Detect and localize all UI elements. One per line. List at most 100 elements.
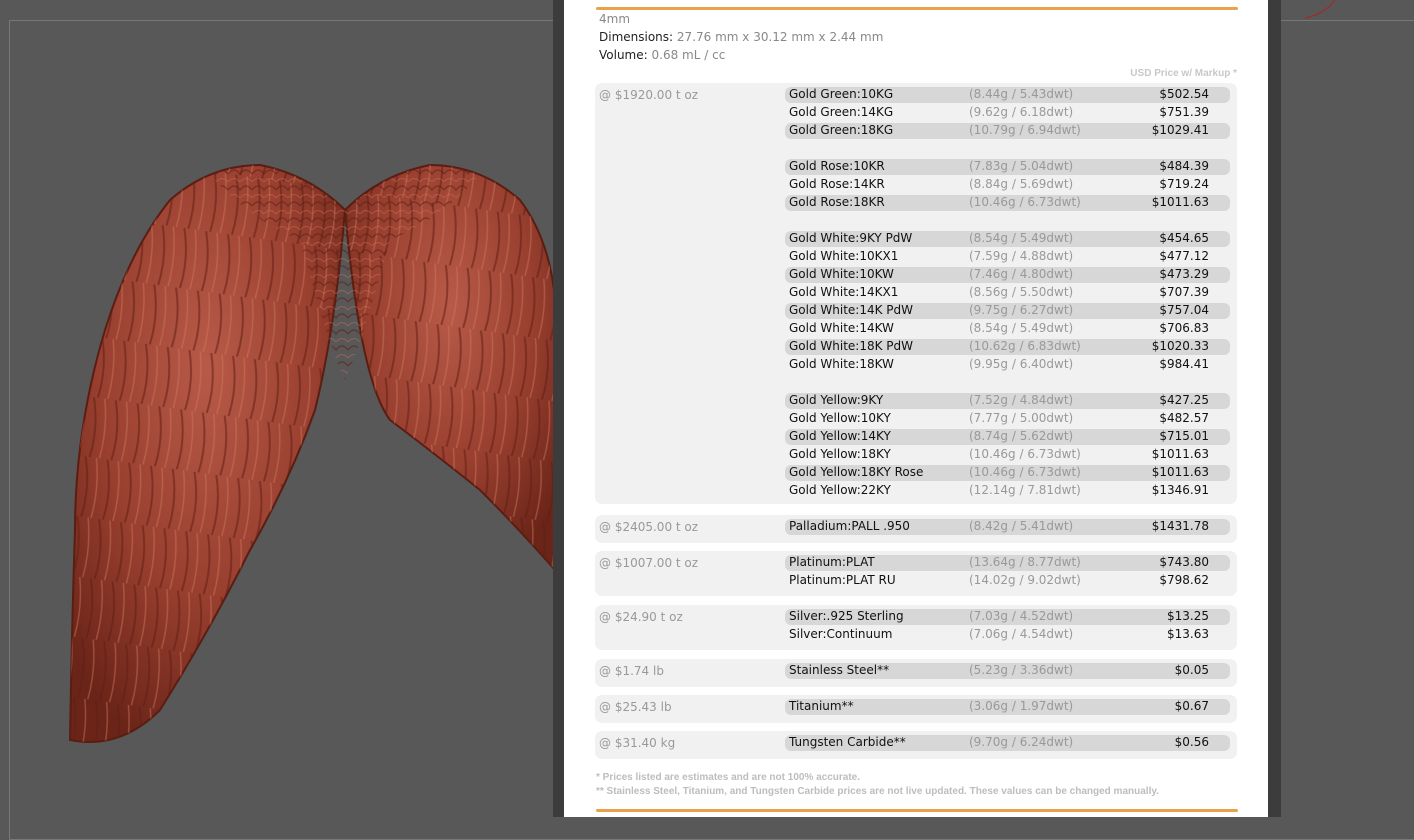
volume-label: Volume: bbox=[599, 48, 648, 62]
price-column-header: USD Price w/ Markup * bbox=[1130, 68, 1237, 79]
metal-price: $743.80 bbox=[1159, 555, 1209, 569]
metal-name: Gold White:18KW bbox=[789, 357, 894, 371]
dimensions-value: 27.76 mm x 30.12 mm x 2.44 mm bbox=[676, 30, 884, 44]
price-row[interactable]: Gold White:10KX1 (7.59g / 4.88dwt) $477.12 bbox=[785, 249, 1230, 265]
price-row[interactable]: Gold Yellow:10KY (7.77g / 5.00dwt) $482.57 bbox=[785, 411, 1230, 427]
metal-name: Gold Yellow:18KY bbox=[789, 447, 891, 461]
price-row[interactable]: Tungsten Carbide** (9.70g / 6.24dwt) $0.56 bbox=[785, 735, 1230, 751]
platinum-group: @ $1007.00 t oz Platinum:PLAT (13.64g / 8… bbox=[595, 551, 1237, 596]
volume-value: 0.68 mL / cc bbox=[651, 48, 726, 62]
metal-name: Palladium:PALL .950 bbox=[789, 519, 910, 533]
price-row[interactable]: Platinum:PLAT RU (14.02g / 9.02dwt) $798.6… bbox=[785, 573, 1230, 589]
gold-group: @ $1920.00 t oz Gold Green:10KG (8.44g / … bbox=[595, 83, 1237, 504]
price-row[interactable]: Gold Green:14KG (9.62g / 6.18dwt) $751.39 bbox=[785, 105, 1230, 121]
price-row[interactable]: Platinum:PLAT (13.64g / 8.77dwt) $743.80 bbox=[785, 555, 1230, 571]
metal-name: Stainless Steel** bbox=[789, 663, 890, 677]
metal-price: $1029.41 bbox=[1151, 123, 1209, 137]
group-spot-price: @ $1920.00 t oz bbox=[599, 88, 699, 102]
titanium-group: @ $25.43 lb Titanium** (3.06g / 1.97dwt) $… bbox=[595, 695, 1237, 723]
volume-line: Volume: 0.68 mL / cc bbox=[599, 48, 725, 62]
group-spot-price: @ $25.43 lb bbox=[599, 700, 672, 714]
dimensions-line: Dimensions: 27.76 mm x 30.12 mm x 2.44 m… bbox=[599, 30, 883, 44]
price-row[interactable]: Gold Rose:10KR (7.83g / 5.04dwt) $484.39 bbox=[785, 159, 1230, 175]
metal-name: Tungsten Carbide** bbox=[789, 735, 906, 749]
price-row[interactable]: Gold Green:18KG (10.79g / 6.94dwt) $1029.4… bbox=[785, 123, 1230, 139]
price-row[interactable]: Gold White:14KW (8.54g / 5.49dwt) $706.83 bbox=[785, 321, 1230, 337]
metal-weight: (10.79g / 6.94dwt) bbox=[969, 123, 1081, 137]
metal-weight: (8.44g / 5.43dwt) bbox=[969, 87, 1074, 101]
price-row[interactable]: Gold Rose:14KR (8.84g / 5.69dwt) $719.24 bbox=[785, 177, 1230, 193]
metal-price: $1011.63 bbox=[1151, 195, 1209, 209]
price-row[interactable]: Gold White:14KX1 (8.56g / 5.50dwt) $707.39 bbox=[785, 285, 1230, 301]
metal-weight: (8.56g / 5.50dwt) bbox=[969, 285, 1074, 299]
metal-weight: (12.14g / 7.81dwt) bbox=[969, 483, 1081, 497]
price-row[interactable]: Gold White:18KW (9.95g / 6.40dwt) $984.41 bbox=[785, 357, 1230, 373]
price-row[interactable]: Gold Yellow:18KY (10.46g / 6.73dwt) $1011.… bbox=[785, 447, 1230, 463]
size-text: 4mm bbox=[599, 12, 631, 26]
tungsten-carbide-group: @ $31.40 kg Tungsten Carbide** (9.70g / 6… bbox=[595, 731, 1237, 759]
price-row[interactable]: Gold White:9KY PdW (8.54g / 5.49dwt) $454.… bbox=[785, 231, 1230, 247]
price-row[interactable]: Palladium:PALL .950 (8.42g / 5.41dwt) $143… bbox=[785, 519, 1230, 535]
metal-weight: (13.64g / 8.77dwt) bbox=[969, 555, 1081, 569]
metal-weight: (9.75g / 6.27dwt) bbox=[969, 303, 1074, 317]
metal-weight: (7.77g / 5.00dwt) bbox=[969, 411, 1074, 425]
metal-weight: (3.06g / 1.97dwt) bbox=[969, 699, 1074, 713]
price-row[interactable]: Gold White:18K PdW (10.62g / 6.83dwt) $102… bbox=[785, 339, 1230, 355]
metal-price: $484.39 bbox=[1159, 159, 1209, 173]
footnote-manual-prices: ** Stainless Steel, Titanium, and Tungst… bbox=[596, 786, 1159, 797]
group-spot-price: @ $1.74 lb bbox=[599, 664, 664, 678]
metal-price: $751.39 bbox=[1159, 105, 1209, 119]
metal-name: Gold Green:14KG bbox=[789, 105, 894, 119]
metal-weight: (7.83g / 5.04dwt) bbox=[969, 159, 1074, 173]
price-row[interactable]: Gold White:10KW (7.46g / 4.80dwt) $473.29 bbox=[785, 267, 1230, 283]
metal-name: Titanium** bbox=[789, 699, 854, 713]
price-row[interactable]: Gold Yellow:14KY (8.74g / 5.62dwt) $715.01 bbox=[785, 429, 1230, 445]
metal-price: $427.25 bbox=[1159, 393, 1209, 407]
group-spot-price: @ $2405.00 t oz bbox=[599, 520, 699, 534]
metal-name: Gold Rose:10KR bbox=[789, 159, 885, 173]
metal-weight: (9.62g / 6.18dwt) bbox=[969, 105, 1074, 119]
metal-weight: (8.84g / 5.69dwt) bbox=[969, 177, 1074, 191]
price-row[interactable]: Silver:.925 Sterling (7.03g / 4.52dwt) $13… bbox=[785, 609, 1230, 625]
metal-name: Gold White:14K PdW bbox=[789, 303, 914, 317]
metal-price: $477.12 bbox=[1159, 249, 1209, 263]
orientation-mark bbox=[1304, 0, 1336, 19]
price-row[interactable]: Stainless Steel** (5.23g / 3.36dwt) $0.05 bbox=[785, 663, 1230, 679]
metal-weight: (8.74g / 5.62dwt) bbox=[969, 429, 1074, 443]
metal-name: Gold Rose:14KR bbox=[789, 177, 885, 191]
metal-weight: (7.46g / 4.80dwt) bbox=[969, 267, 1074, 281]
price-row[interactable]: Gold Yellow:18KY Rose (10.46g / 6.73dwt) $… bbox=[785, 465, 1230, 481]
metal-price: $1011.63 bbox=[1151, 465, 1209, 479]
metal-name: Silver:Continuum bbox=[789, 627, 893, 641]
metal-weight: (5.23g / 3.36dwt) bbox=[969, 663, 1074, 677]
metal-price: $454.65 bbox=[1159, 231, 1209, 245]
metal-name: Silver:.925 Sterling bbox=[789, 609, 904, 623]
metal-price: $13.25 bbox=[1167, 609, 1209, 623]
price-row[interactable]: Gold Yellow:22KY (12.14g / 7.81dwt) $1346.… bbox=[785, 483, 1230, 499]
price-row[interactable]: Titanium** (3.06g / 1.97dwt) $0.67 bbox=[785, 699, 1230, 715]
metal-weight: (8.54g / 5.49dwt) bbox=[969, 231, 1074, 245]
metal-name: Gold White:9KY PdW bbox=[789, 231, 913, 245]
metal-name: Gold White:10KW bbox=[789, 267, 894, 281]
metal-price: $706.83 bbox=[1159, 321, 1209, 335]
metal-price: $1011.63 bbox=[1151, 447, 1209, 461]
angel-wings-model[interactable] bbox=[60, 150, 560, 760]
price-row[interactable]: Gold Yellow:9KY (7.52g / 4.84dwt) $427.25 bbox=[785, 393, 1230, 409]
metal-price: $502.54 bbox=[1159, 87, 1209, 101]
metal-price: $719.24 bbox=[1159, 177, 1209, 191]
group-spot-price: @ $1007.00 t oz bbox=[599, 556, 699, 570]
metal-name: Gold White:18K PdW bbox=[789, 339, 914, 353]
price-row[interactable]: Gold Green:10KG (8.44g / 5.43dwt) $502.54 bbox=[785, 87, 1230, 103]
metal-weight: (10.46g / 6.73dwt) bbox=[969, 447, 1081, 461]
metal-price: $1346.91 bbox=[1151, 483, 1209, 497]
metal-price-panel: 4mm Dimensions: 27.76 mm x 30.12 mm x 2.… bbox=[564, 0, 1268, 817]
price-row[interactable]: Silver:Continuum (7.06g / 4.54dwt) $13.63 bbox=[785, 627, 1230, 643]
metal-name: Gold White:14KX1 bbox=[789, 285, 899, 299]
price-row[interactable]: Gold Rose:18KR (10.46g / 6.73dwt) $1011.63 bbox=[785, 195, 1230, 211]
metal-name: Gold Green:10KG bbox=[789, 87, 894, 101]
price-row[interactable]: Gold White:14K PdW (9.75g / 6.27dwt) $757.… bbox=[785, 303, 1230, 319]
metal-name: Platinum:PLAT bbox=[789, 555, 875, 569]
metal-weight: (8.54g / 5.49dwt) bbox=[969, 321, 1074, 335]
group-spot-price: @ $24.90 t oz bbox=[599, 610, 683, 624]
metal-weight: (9.70g / 6.24dwt) bbox=[969, 735, 1074, 749]
